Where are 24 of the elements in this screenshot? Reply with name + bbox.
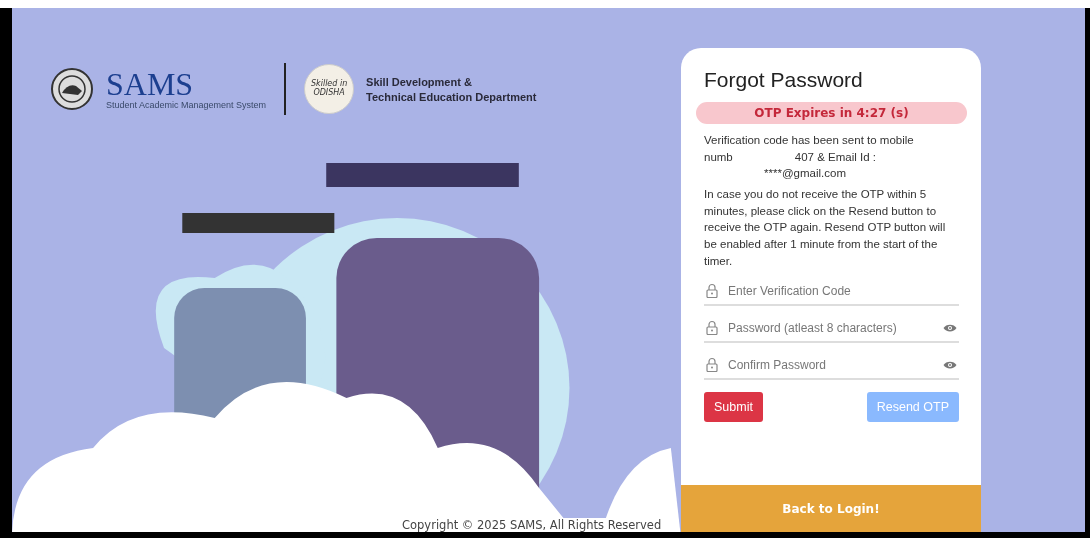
email-text: ****@gmail.com bbox=[764, 167, 846, 180]
back-to-login-link[interactable]: Back to Login! bbox=[782, 501, 880, 516]
emblem-icon bbox=[50, 67, 94, 111]
otp-timer-banner: OTP Expires in 4:27 (s) bbox=[696, 102, 967, 124]
verification-code-field[interactable]: Enter Verification Code bbox=[728, 283, 957, 298]
lock-icon bbox=[706, 283, 718, 299]
message-text: numb bbox=[704, 150, 733, 163]
copyright-text: Copyright © 2025 SAMS, All Rights Reserved bbox=[402, 518, 662, 532]
password-field[interactable]: Password (atleast 8 characters) bbox=[728, 320, 933, 335]
lock-icon bbox=[706, 320, 718, 336]
lock-icon bbox=[706, 357, 718, 373]
brand-subtitle: Student Academic Management System bbox=[106, 100, 267, 110]
message-text: 407 & Email Id : bbox=[794, 150, 876, 163]
eye-icon[interactable] bbox=[943, 322, 957, 333]
password-field[interactable]: Confirm Password bbox=[728, 357, 933, 372]
department-name: Skill Development & bbox=[366, 75, 473, 88]
eye-icon[interactable] bbox=[943, 359, 957, 370]
info-text: In case you do not receive the OTP within 5 minutes, please click on the Resend button to receive the OTP again. Resend OTP button will be enabled after 1 minute from the start of the timer. bbox=[704, 187, 947, 269]
department-name: Technical Education Department bbox=[366, 90, 537, 103]
partner-logo: Skilled in ODISHA bbox=[304, 64, 355, 114]
card-title: Forgot Password bbox=[704, 68, 864, 92]
submit-button[interactable]: Submit bbox=[704, 392, 763, 423]
brand-logo-text: SAMS bbox=[106, 68, 195, 100]
message-text: Verification code has been sent to mobile bbox=[704, 134, 914, 146]
